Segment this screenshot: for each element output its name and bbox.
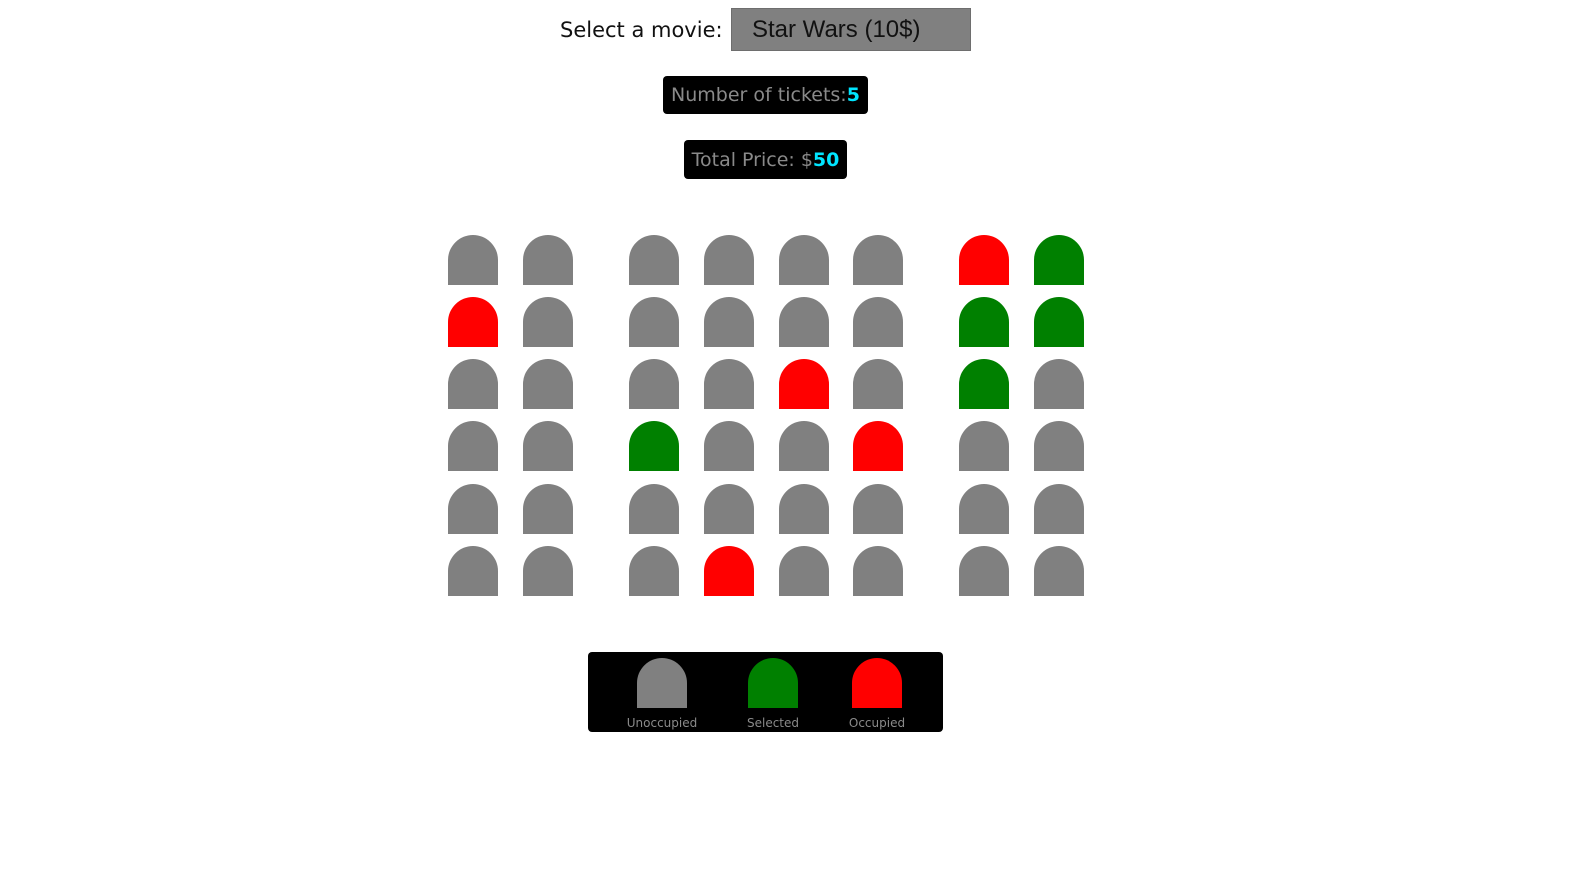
seat-occupied <box>448 297 498 347</box>
ticket-count-value: 5 <box>846 84 860 106</box>
seat-unoccupied[interactable] <box>448 235 498 285</box>
seat-unoccupied[interactable] <box>853 546 903 596</box>
seat-occupied <box>959 235 1009 285</box>
seat-selected[interactable] <box>629 421 679 471</box>
legend-item-occupied: Occupied <box>827 658 927 730</box>
seat-unoccupied[interactable] <box>779 484 829 534</box>
seat-unoccupied[interactable] <box>448 546 498 596</box>
seat-unoccupied[interactable] <box>704 235 754 285</box>
seat-unoccupied[interactable] <box>523 484 573 534</box>
seat-unoccupied[interactable] <box>629 297 679 347</box>
seat-selected[interactable] <box>1034 235 1084 285</box>
seat-unoccupied[interactable] <box>779 235 829 285</box>
seat-unoccupied[interactable] <box>853 297 903 347</box>
seat-unoccupied[interactable] <box>523 421 573 471</box>
seat-occupied <box>704 546 754 596</box>
ticket-count-label: Number of tickets: <box>671 84 847 106</box>
seat-unoccupied[interactable] <box>448 359 498 409</box>
legend-unoccupied-label: Unoccupied <box>626 716 698 730</box>
seat-unoccupied[interactable] <box>853 235 903 285</box>
seat-unoccupied[interactable] <box>704 421 754 471</box>
seat-unoccupied[interactable] <box>629 546 679 596</box>
seat-unoccupied[interactable] <box>959 546 1009 596</box>
seat-unoccupied[interactable] <box>1034 546 1084 596</box>
movie-select-label: Select a movie: <box>560 17 723 42</box>
ticket-count-badge: Number of tickets: 5 <box>663 76 868 114</box>
seat-unoccupied[interactable] <box>523 359 573 409</box>
seat-unoccupied[interactable] <box>959 484 1009 534</box>
seat-unoccupied[interactable] <box>1034 484 1084 534</box>
seat-unoccupied[interactable] <box>779 546 829 596</box>
seat-unoccupied[interactable] <box>629 235 679 285</box>
seat-unoccupied[interactable] <box>704 359 754 409</box>
seat-unoccupied[interactable] <box>448 421 498 471</box>
seat-unoccupied[interactable] <box>1034 421 1084 471</box>
total-price-badge: Total Price: $50 <box>684 140 847 179</box>
seat-unoccupied[interactable] <box>704 484 754 534</box>
total-price-value: 50 <box>812 148 840 171</box>
seat-unoccupied[interactable] <box>448 484 498 534</box>
seat-unoccupied[interactable] <box>853 484 903 534</box>
seat-selected[interactable] <box>959 297 1009 347</box>
legend-unoccupied-seat-icon <box>637 658 687 708</box>
seat-unoccupied[interactable] <box>523 297 573 347</box>
legend-selected-seat-icon <box>748 658 798 708</box>
legend-item-unoccupied: Unoccupied <box>612 658 712 730</box>
seat-unoccupied[interactable] <box>523 546 573 596</box>
seat-unoccupied[interactable] <box>629 359 679 409</box>
seat-unoccupied[interactable] <box>779 297 829 347</box>
seat-unoccupied[interactable] <box>853 359 903 409</box>
seat-unoccupied[interactable] <box>1034 359 1084 409</box>
seat-unoccupied[interactable] <box>629 484 679 534</box>
movie-selector-row: Select a movie: Star Wars (10$) <box>560 8 971 51</box>
legend-occupied-seat-icon <box>852 658 902 708</box>
seat-selected[interactable] <box>959 359 1009 409</box>
seat-unoccupied[interactable] <box>523 235 573 285</box>
seat-unoccupied[interactable] <box>704 297 754 347</box>
seat-selected[interactable] <box>1034 297 1084 347</box>
seat-unoccupied[interactable] <box>779 421 829 471</box>
legend-item-selected: Selected <box>723 658 823 730</box>
movie-select[interactable]: Star Wars (10$) <box>731 8 971 51</box>
seat-legend: Unoccupied Selected Occupied <box>588 652 943 732</box>
seat-occupied <box>853 421 903 471</box>
legend-selected-label: Selected <box>746 716 800 730</box>
total-price-label: Total Price: $ <box>691 148 813 171</box>
legend-occupied-label: Occupied <box>848 716 906 730</box>
seat-unoccupied[interactable] <box>959 421 1009 471</box>
seat-occupied <box>779 359 829 409</box>
